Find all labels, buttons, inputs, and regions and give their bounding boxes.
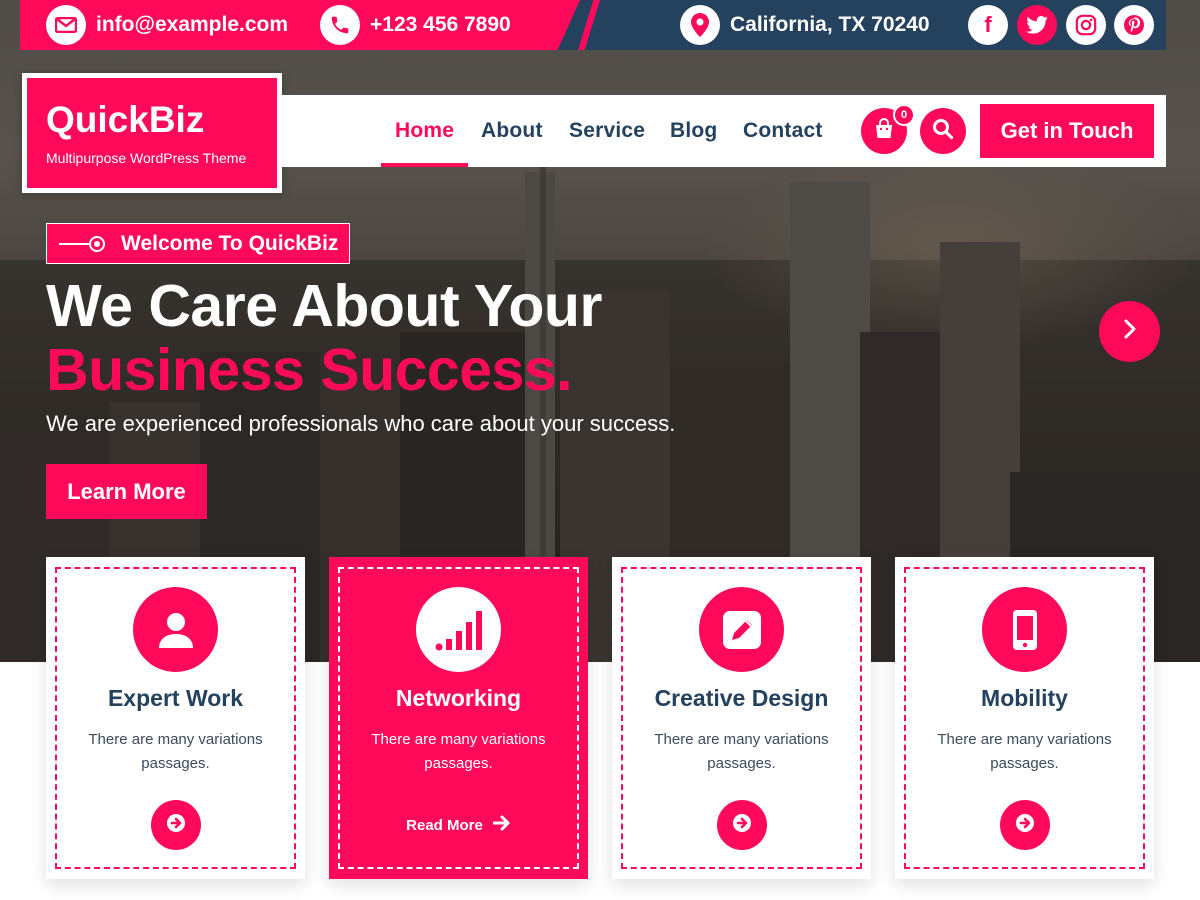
- instagram-icon[interactable]: [1066, 5, 1106, 45]
- chevron-right-icon: [1121, 318, 1139, 345]
- nav-item-about[interactable]: About: [481, 95, 543, 167]
- nav-item-contact[interactable]: Contact: [743, 95, 823, 167]
- hero-title-line1: We Care About Your: [46, 273, 602, 339]
- signal-bars-icon: [416, 587, 501, 672]
- mobile-phone-icon: [982, 587, 1067, 672]
- cart-count-badge: 0: [893, 104, 915, 126]
- card-arrow-button[interactable]: [151, 800, 201, 850]
- top-bar-divider: [578, 0, 600, 50]
- welcome-text: Welcome To QuickBiz: [121, 231, 339, 255]
- slider-line-icon: [59, 234, 107, 254]
- read-more-label: Read More: [406, 816, 483, 834]
- card-title: Mobility: [981, 685, 1068, 711]
- card-title: Creative Design: [654, 685, 829, 711]
- brand-tagline: Multipurpose WordPress Theme: [46, 150, 247, 166]
- arrow-circle-right-icon: [1015, 813, 1035, 838]
- welcome-badge: Welcome To QuickBiz: [46, 223, 350, 264]
- facebook-icon[interactable]: f: [968, 5, 1008, 45]
- read-more-link[interactable]: Read More: [329, 815, 588, 835]
- phone-contact[interactable]: +123 456 7890: [320, 5, 511, 45]
- main-navigation: Home About Service Blog Contact 0 Get in…: [282, 95, 1166, 167]
- shopping-bag-icon: [872, 117, 896, 146]
- card-arrow-button[interactable]: [1000, 800, 1050, 850]
- site-logo[interactable]: QuickBiz Multipurpose WordPress Theme: [22, 73, 282, 193]
- email-text: info@example.com: [96, 13, 289, 36]
- location-text: California, TX 70240: [730, 13, 930, 36]
- pencil-square-icon: [699, 587, 784, 672]
- card-description: There are many variations passages.: [937, 731, 1112, 772]
- phone-text: +123 456 7890: [370, 13, 511, 36]
- card-description: There are many variations passages.: [88, 731, 263, 772]
- feature-card-mobility: Mobility There are many variations passa…: [895, 557, 1154, 879]
- feature-card-creative-design: Creative Design There are many variation…: [612, 557, 871, 879]
- feature-card-expert-work: Expert Work There are many variations pa…: [46, 557, 305, 879]
- search-button[interactable]: [920, 108, 966, 154]
- arrow-circle-right-icon: [166, 813, 186, 838]
- envelope-icon: [46, 5, 86, 45]
- location-contact: California, TX 70240: [680, 5, 930, 45]
- slider-next-button[interactable]: [1099, 301, 1160, 362]
- pinterest-icon[interactable]: [1114, 5, 1154, 45]
- get-in-touch-button[interactable]: Get in Touch: [980, 104, 1154, 158]
- email-contact[interactable]: info@example.com: [46, 5, 288, 45]
- top-bar: info@example.com +123 456 7890 Californi…: [20, 0, 1166, 50]
- learn-more-button[interactable]: Learn More: [46, 464, 207, 519]
- nav-item-service[interactable]: Service: [569, 95, 645, 167]
- search-icon: [931, 117, 955, 146]
- card-title: Expert Work: [107, 685, 244, 711]
- hero-title-line2: Business Success.: [46, 337, 573, 403]
- twitter-icon[interactable]: [1017, 5, 1057, 45]
- feature-card-networking: Networking There are many variations pas…: [329, 557, 588, 879]
- hero-subtitle: We are experienced professionals who car…: [46, 411, 676, 436]
- phone-icon: [320, 5, 360, 45]
- brand-name: QuickBiz: [46, 99, 205, 140]
- nav-item-home[interactable]: Home: [380, 95, 469, 167]
- card-description: There are many variations passages.: [654, 731, 829, 772]
- card-description: There are many variations passages.: [371, 731, 546, 772]
- cart-button[interactable]: 0: [861, 104, 915, 154]
- card-arrow-button[interactable]: [717, 800, 767, 850]
- card-title: Networking: [395, 685, 522, 711]
- user-icon: [133, 587, 218, 672]
- arrow-circle-right-icon: [732, 813, 752, 838]
- arrow-right-icon: [492, 815, 511, 835]
- nav-item-blog[interactable]: Blog: [670, 95, 717, 167]
- map-pin-icon: [680, 5, 720, 45]
